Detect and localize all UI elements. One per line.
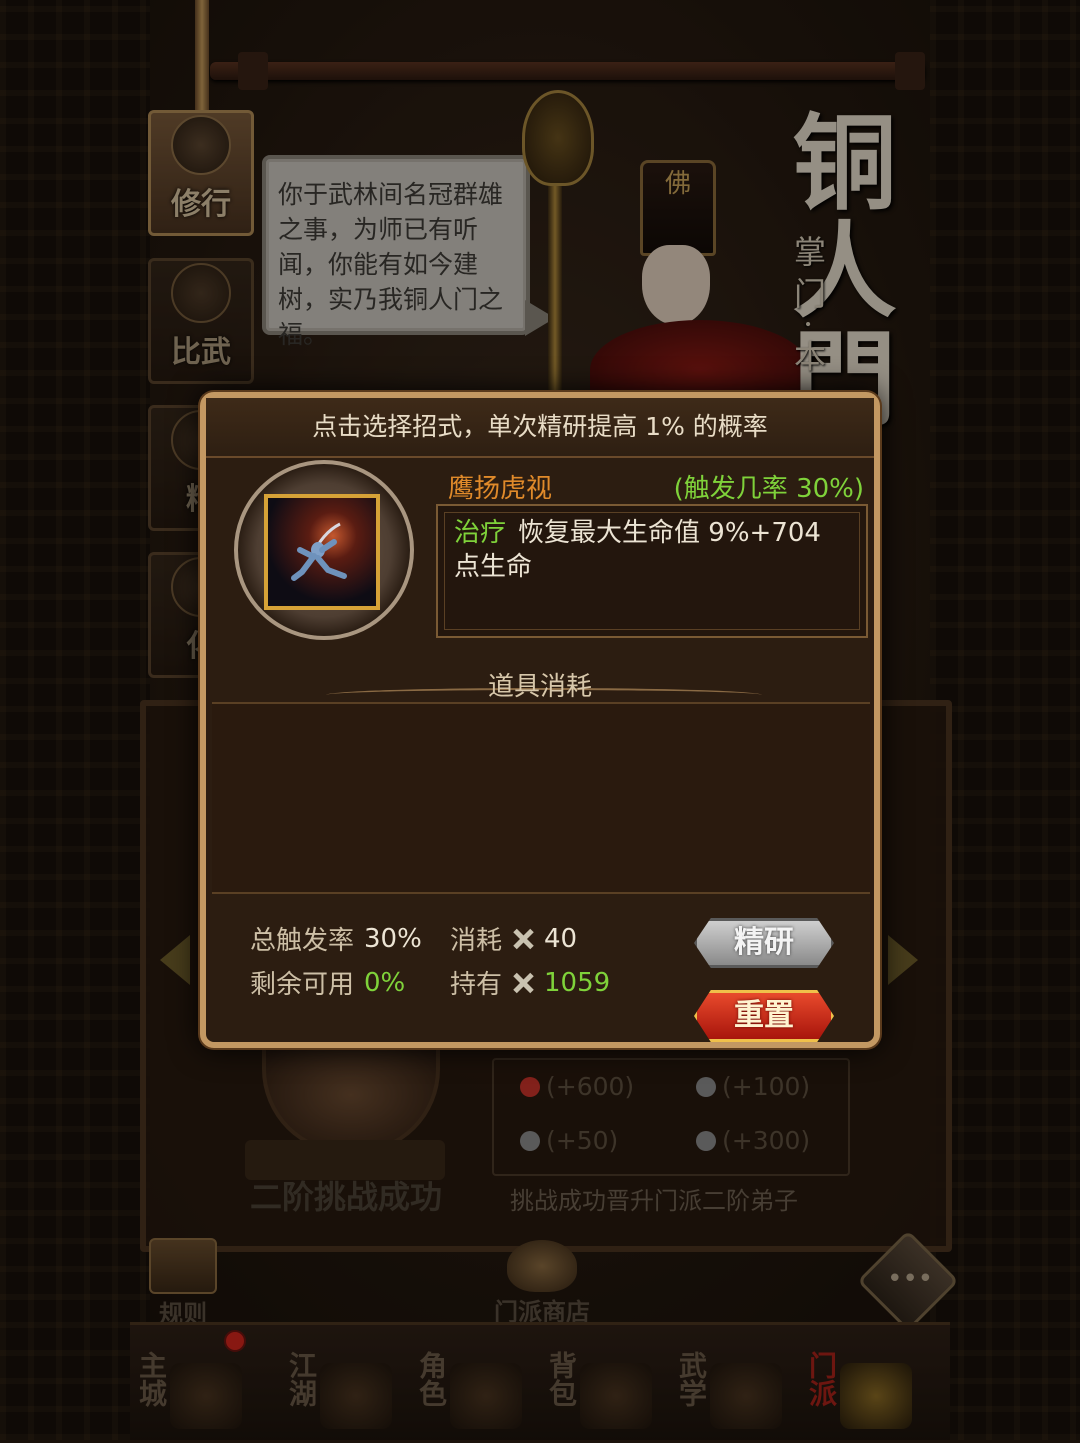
hammer-icon (512, 972, 534, 994)
total-rate-stat: 总触发率 30% (250, 920, 422, 957)
martial-figure-icon (291, 522, 347, 581)
stat-value: 40 (544, 923, 578, 954)
skill-description: 治疗 恢复最大生命值 9%+704 点生命 (436, 504, 868, 638)
effect-tag: 治疗 (454, 518, 507, 548)
skill-trigger-rate: (触发几率 30%) (673, 474, 864, 504)
stat-label: 总触发率 (250, 926, 355, 956)
stat-value: 1059 (544, 967, 611, 998)
stat-value: 30% (364, 923, 422, 954)
reset-button[interactable]: 重置 (694, 990, 834, 1042)
owned-stat: 持有 1059 (450, 964, 610, 1001)
item-cost-area (212, 702, 870, 894)
refine-modal: 点击选择招式，单次精研提高 1% 的概率 鹰扬虎视 (触发几率 30%) 治疗恢… (200, 392, 880, 1048)
stat-value: 0% (364, 967, 406, 998)
hammer-icon (512, 928, 534, 950)
stat-label: 消耗 (450, 926, 503, 956)
skill-name: 鹰扬虎视 (448, 474, 553, 504)
cost-title: 道具消耗 (487, 672, 592, 702)
effect-text: 恢复最大生命值 9%+704 点生命 (454, 518, 821, 582)
remaining-rate-stat: 剩余可用 0% (250, 964, 405, 1001)
cost-stat: 消耗 40 (450, 920, 577, 957)
skill-icon-button[interactable] (264, 494, 380, 610)
stat-label: 剩余可用 (250, 970, 355, 1000)
modal-header: 点击选择招式，单次精研提高 1% 的概率 (206, 398, 874, 458)
stat-label: 持有 (450, 970, 503, 1000)
refine-button[interactable]: 精研 (694, 918, 834, 968)
